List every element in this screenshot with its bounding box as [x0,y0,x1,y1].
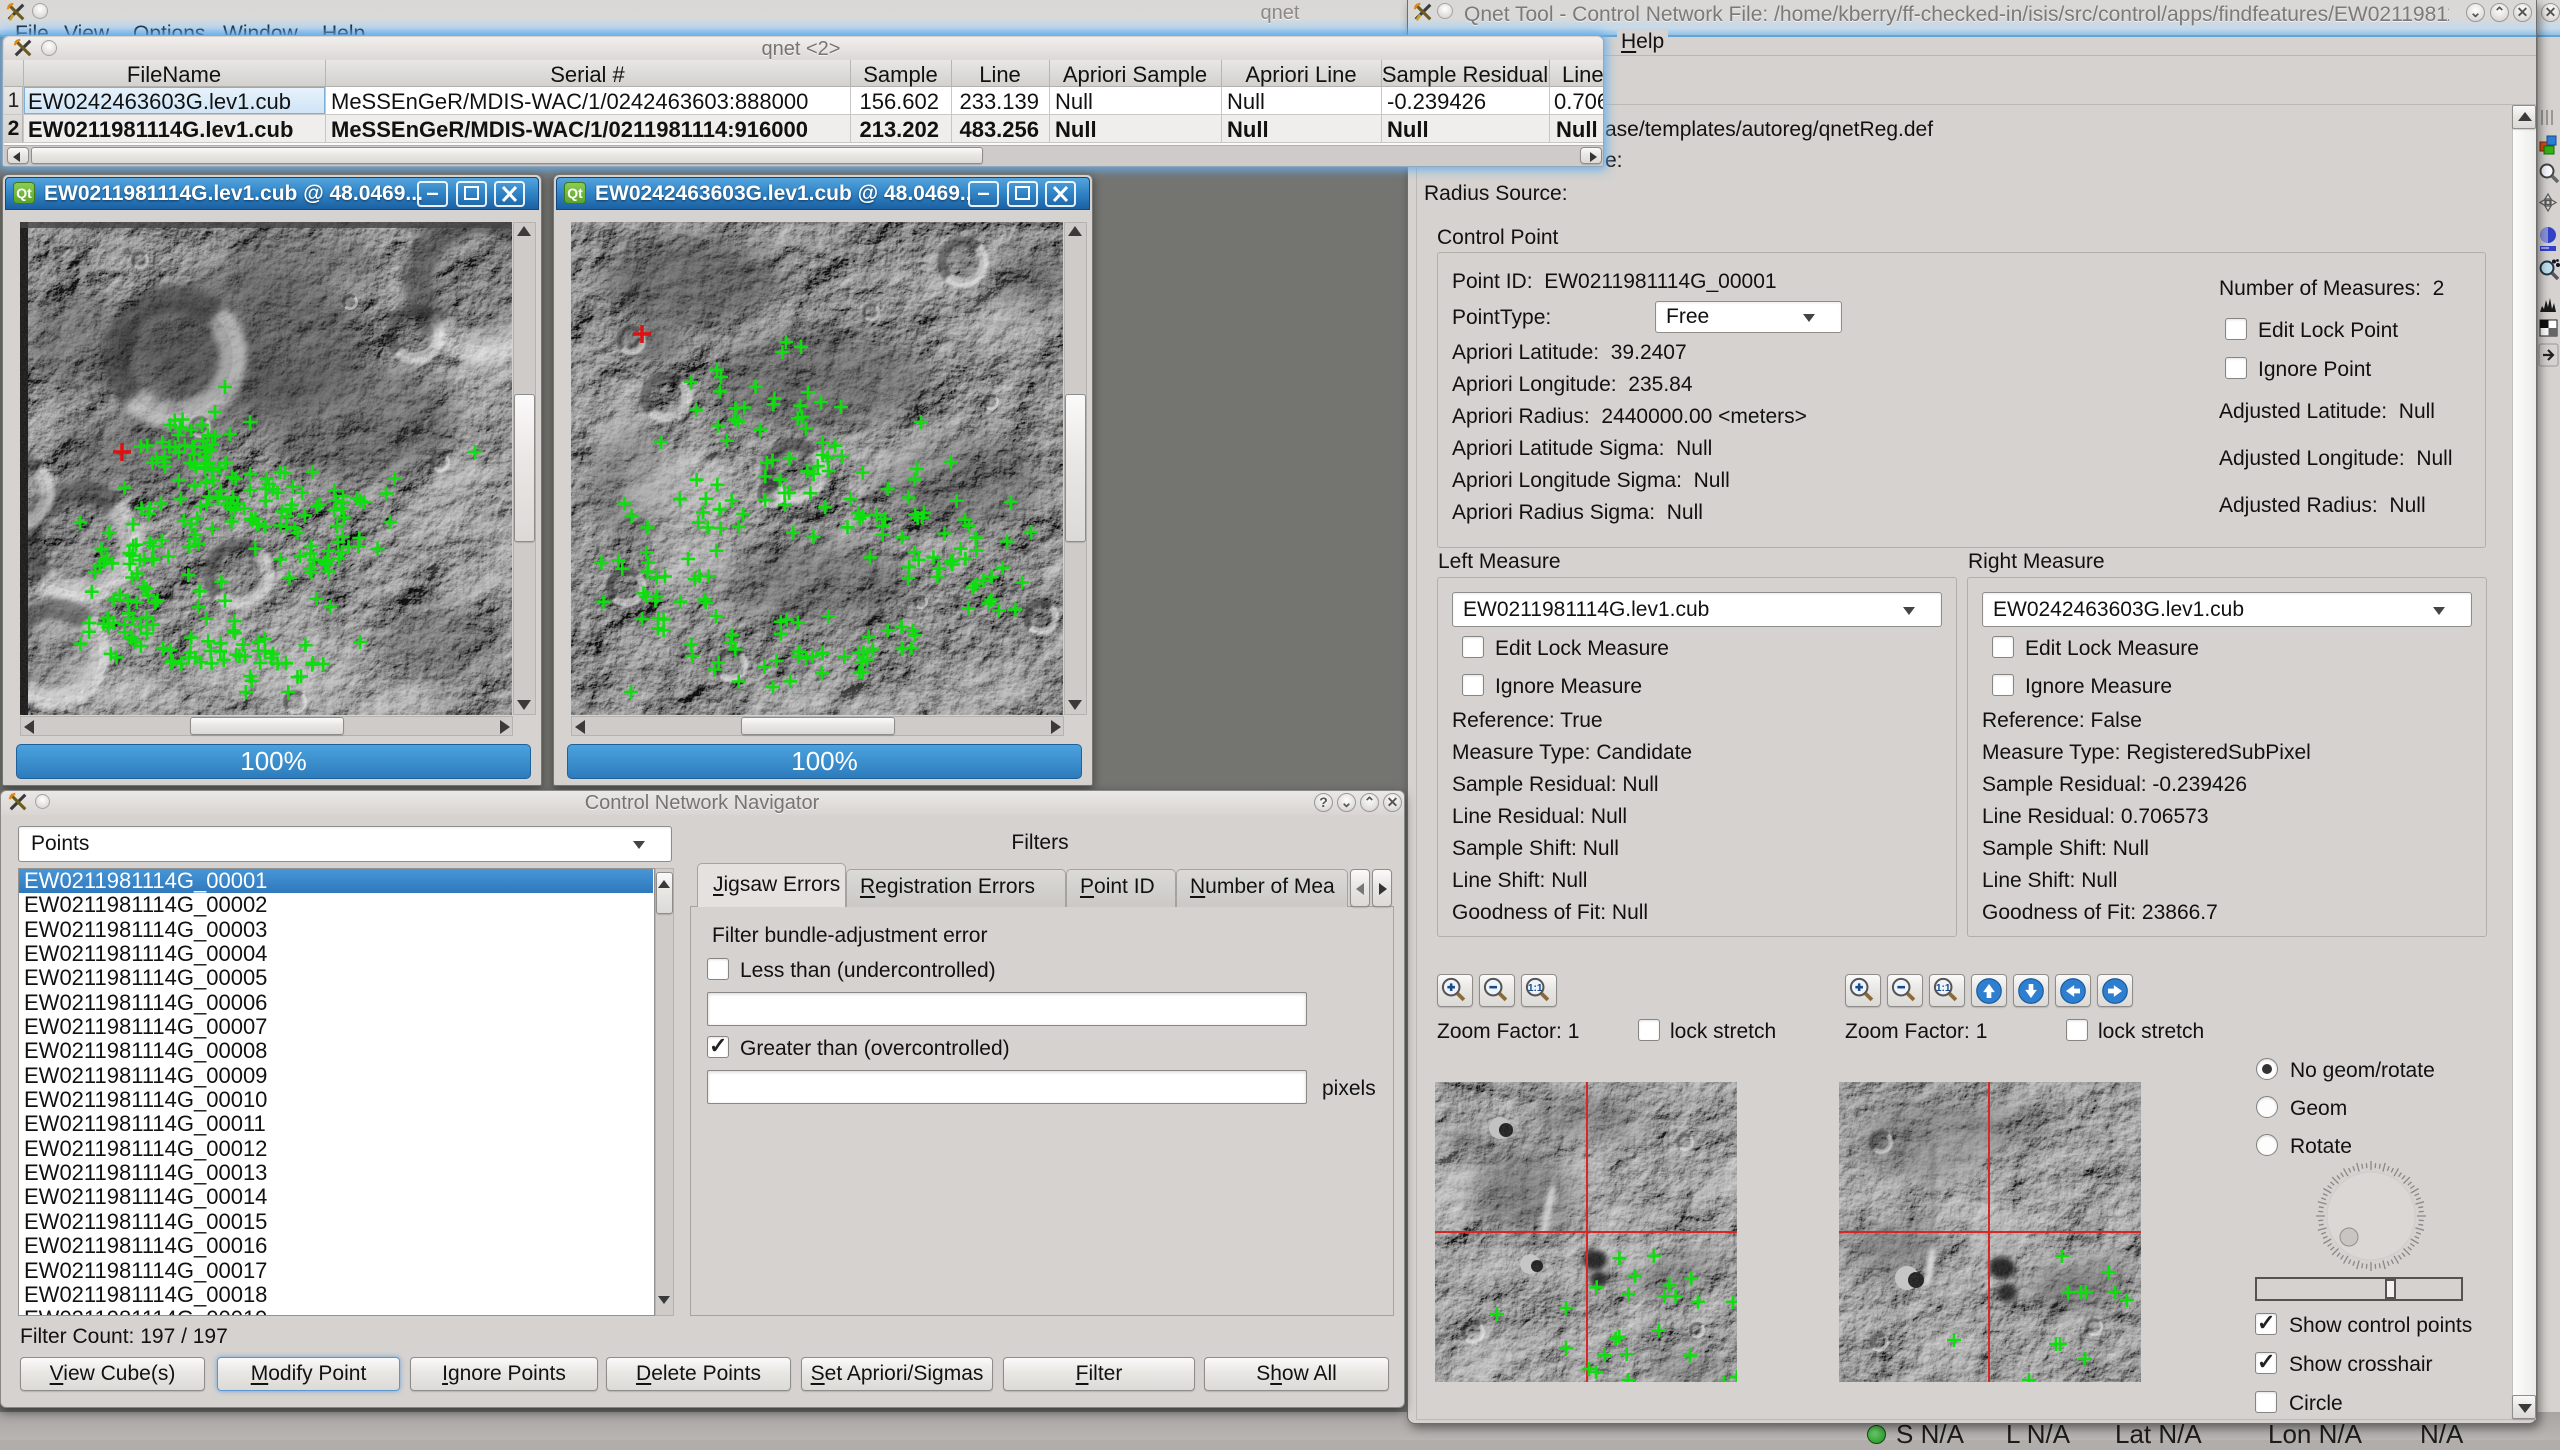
svg-text:1:1: 1:1 [1528,983,1543,994]
svg-text:1:1: 1:1 [1936,983,1951,994]
